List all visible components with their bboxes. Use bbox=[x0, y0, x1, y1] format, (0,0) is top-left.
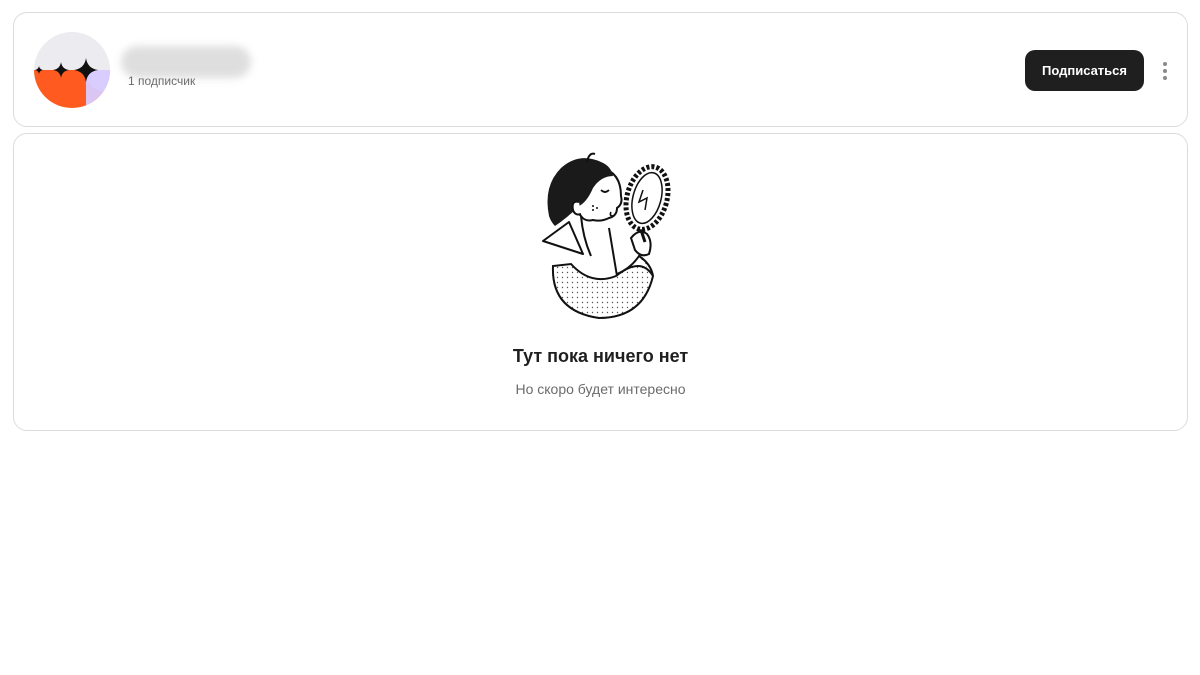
empty-state-subtitle: Но скоро будет интересно bbox=[515, 381, 686, 397]
man-with-mirror-illustration bbox=[542, 152, 671, 320]
dot bbox=[1163, 62, 1167, 66]
subscribe-button[interactable]: Подписаться bbox=[1025, 50, 1144, 91]
dot bbox=[1163, 69, 1167, 73]
dot bbox=[1163, 76, 1167, 80]
avatar-image bbox=[34, 32, 110, 108]
empty-state-title: Тут пока ничего нет bbox=[512, 346, 689, 366]
empty-feed-card: Тут пока ничего нет Но скоро будет интер… bbox=[13, 133, 1188, 431]
channel-avatar[interactable] bbox=[34, 32, 110, 108]
subscribers-count: 1 подписчик bbox=[128, 74, 196, 88]
more-options-icon[interactable] bbox=[1157, 58, 1173, 84]
channel-header-card: 1 подписчик Подписаться bbox=[13, 12, 1188, 127]
